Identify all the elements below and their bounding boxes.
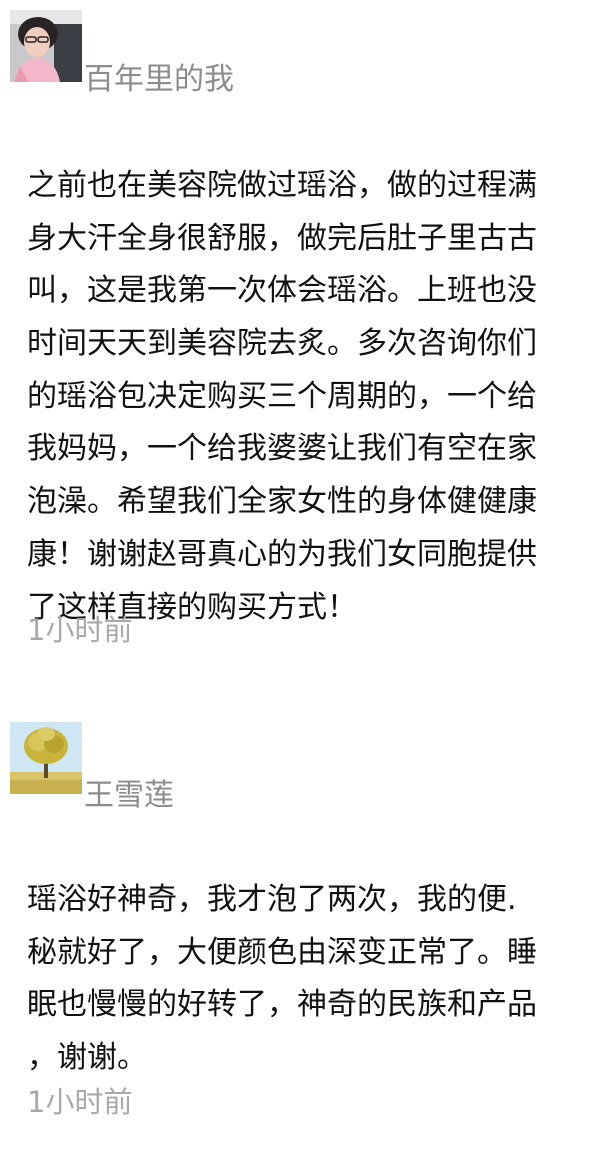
comment-line: 之前也在美容院做过瑶浴，做的过程满: [27, 168, 537, 203]
comment-line: 秘就好了，大便颜色由深变正常了。睡: [27, 934, 537, 970]
user-avatar[interactable]: [10, 722, 82, 794]
comment-line: 瑶浴好神奇，我才泡了两次，我的便.: [27, 882, 517, 917]
comment-line: 泡澡。希望我们全家女性的身体健健康: [27, 484, 537, 520]
comment-text: 之前也在美容院做过瑶浴，做的过程满 身大汗全身很舒服，做完后肚子里古古 叫，这是…: [27, 160, 597, 634]
comment-line: 叫，这是我第一次体会瑶浴。上班也没: [27, 273, 537, 309]
username[interactable]: 王雪莲: [84, 776, 174, 816]
username[interactable]: 百年里的我: [84, 60, 234, 100]
tree-photo-avatar-icon: [10, 722, 82, 794]
timestamp: 1小时前: [27, 1085, 133, 1119]
comment-text: 瑶浴好神奇，我才泡了两次，我的便. 秘就好了，大便颜色由深变正常了。睡 眠也慢慢…: [27, 874, 597, 1085]
user-avatar[interactable]: [10, 10, 82, 82]
comment-line: 时间天天到美容院去炙。多次咨询你们: [27, 326, 537, 362]
comment-line: 身大汗全身很舒服，做完后肚子里古古: [27, 220, 537, 256]
comment-line: ，谢谢。: [27, 1040, 147, 1076]
user-photo-avatar-icon: [10, 10, 82, 82]
timestamp: 1小时前: [27, 613, 133, 647]
comment-line: 的瑶浴包决定购买三个周期的，一个给: [27, 378, 537, 414]
comment-line: 眠也慢慢的好转了，神奇的民族和产品: [27, 987, 537, 1023]
comment-line: 我妈妈，一个给我婆婆让我们有空在家: [27, 431, 537, 467]
comment-line: 康！谢谢赵哥真心的为我们女同胞提供: [27, 536, 537, 572]
